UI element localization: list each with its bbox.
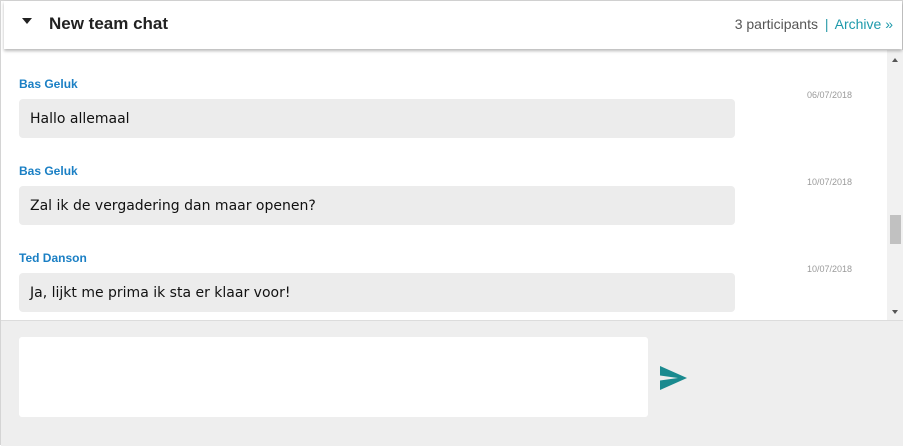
- scroll-down-arrow-icon[interactable]: [892, 310, 898, 314]
- chat-header: New team chat 3 participants | Archive »: [4, 1, 902, 49]
- archive-link[interactable]: Archive »: [835, 16, 893, 32]
- message-sender: Bas Geluk: [19, 77, 78, 91]
- scroll-thumb[interactable]: [890, 215, 901, 244]
- message-bubble: Zal ik de vergadering dan maar openen?: [19, 186, 735, 225]
- chat-title: New team chat: [49, 14, 169, 33]
- message-scrollbar[interactable]: [887, 50, 903, 320]
- caret-down-icon[interactable]: [22, 18, 32, 24]
- paper-plane-icon[interactable]: [658, 365, 688, 391]
- header-meta: 3 participants | Archive »: [735, 16, 893, 32]
- scroll-up-arrow-icon[interactable]: [892, 58, 898, 62]
- participants-count: 3 participants: [734, 16, 818, 32]
- message-composer: [1, 320, 903, 446]
- message-bubble: Ja, lijkt me prima ik sta er klaar voor!: [19, 273, 735, 312]
- header-separator: |: [824, 16, 829, 32]
- message-date: 10/07/2018: [807, 264, 853, 274]
- message-sender: Ted Danson: [19, 251, 87, 265]
- message-input[interactable]: [19, 337, 648, 417]
- message-date: 10/07/2018: [807, 177, 853, 187]
- message-sender: Bas Geluk: [19, 164, 78, 178]
- message-bubble: Hallo allemaal: [19, 99, 735, 138]
- message-date: 06/07/2018: [807, 90, 853, 100]
- chat-panel: New team chat 3 participants | Archive »…: [0, 0, 903, 446]
- message-list[interactable]: Bas Geluk 06/07/2018 Hallo allemaal Bas …: [1, 50, 887, 320]
